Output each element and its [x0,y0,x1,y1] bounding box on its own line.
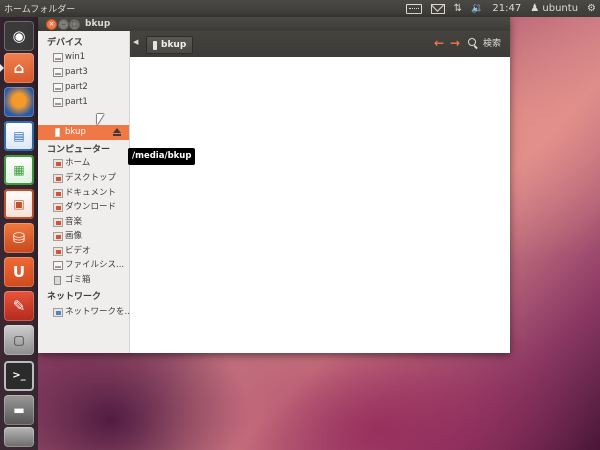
gear-icon[interactable]: ⚙ [587,0,596,17]
path-tooltip: /media/bkup [128,148,196,165]
workspaces-icon[interactable]: ▢ [4,325,34,355]
search-button[interactable]: 検索 [483,31,501,57]
sidebar-item-part2[interactable]: part2 [38,80,129,95]
system-settings-icon[interactable]: ✎ [4,291,34,321]
window-title: bkup [85,19,111,29]
sidebar-item-label: win1 [65,52,86,62]
sidebar-item-desktop[interactable]: デスクトップ [38,171,129,186]
user-name: ubuntu [542,3,579,14]
sidebar-item-trash[interactable]: ゴミ箱 [38,273,129,288]
indicator-area: ⇅ 🔉 21:47 ♟ ubuntu ⚙ [405,0,596,17]
mail-icon[interactable] [430,3,445,14]
sidebar-item-label: ネットワークを... [65,307,133,317]
drive-icon [53,68,63,77]
downloads-folder-icon [53,203,63,212]
places-sidebar: デバイス win1 part3 part2 part1 bkup コンピューター… [38,31,133,353]
network-header: ネットワーク [47,292,102,302]
forward-arrow-icon[interactable]: → [450,36,460,50]
top-panel: ホームフォルダー ⇅ 🔉 21:47 ♟ ubuntu ⚙ [0,0,600,17]
calc-icon[interactable]: ▦ [4,155,34,185]
writer-icon[interactable]: ▤ [4,121,34,151]
launcher: ◉ ⌂ ▤ ▦ ▣ ⛁ U ✎ ▢ >_ ▬ [0,17,38,450]
sidebar-item-videos[interactable]: ビデオ [38,244,129,259]
desktop-folder-icon [53,174,63,183]
home-folder-icon[interactable]: ⌂ [4,53,34,83]
trash-icon [54,276,61,285]
sidebar-item-label: ファイルシス... [65,260,125,270]
drive-icon [53,98,63,107]
documents-folder-icon [53,189,63,198]
app-title: ホームフォルダー [4,5,76,15]
drive-icon [53,83,63,92]
sidebar-item-label: 音楽 [65,217,83,227]
sidebar-item-downloads[interactable]: ダウンロード [38,200,129,215]
sidebar-item-label: ゴミ箱 [65,275,91,285]
sidebar-item-bkup[interactable]: bkup [38,125,129,140]
back-arrow-icon[interactable]: ← [434,36,444,50]
videos-folder-icon [53,247,63,256]
minimize-button[interactable]: – [58,19,69,30]
sidebar-item-browse-network[interactable]: ネットワークを... [38,305,133,320]
close-button[interactable]: × [46,19,57,30]
ubuntu-one-icon[interactable]: U [4,257,34,287]
sidebar-item-documents[interactable]: ドキュメント [38,186,129,201]
window-titlebar[interactable]: × – □ bkup [38,17,510,31]
home-folder-icon [53,159,63,168]
volume-icon[interactable]: 🔉 [471,0,483,17]
sidebar-item-label: part2 [65,82,88,92]
computer-header: コンピューター [47,145,111,155]
sidebar-item-label: デスクトップ [65,173,117,183]
eject-icon[interactable] [113,128,121,136]
network-icon[interactable]: ⇅ [454,0,462,17]
file-view[interactable] [130,57,510,353]
sidebar-item-home[interactable]: ホーム [38,156,129,171]
drive-icon [53,53,63,62]
sidebar-item-part1[interactable]: part1 [38,95,129,110]
sidebar-item-pictures[interactable]: 画像 [38,229,129,244]
music-folder-icon [53,218,63,227]
pictures-folder-icon [53,232,63,241]
network-folder-icon [53,308,63,317]
sidebar-item-filesystem[interactable]: ファイルシス... [38,258,129,273]
mouse-pointer-icon [97,114,104,125]
sidebar-item-label: ビデオ [65,246,91,256]
filesystem-icon [53,261,63,270]
sidebar-item-music[interactable]: 音楽 [38,215,129,230]
software-center-icon[interactable]: ⛁ [4,223,34,253]
user-icon: ♟ [530,3,540,14]
terminal-icon[interactable]: >_ [4,361,34,391]
sidebar-item-label: part3 [65,67,88,77]
maximize-button[interactable]: □ [69,19,80,30]
search-icon[interactable] [468,38,476,46]
toolbar: ◀ bkup ← → 検索 [129,31,510,57]
sidebar-item-label: ドキュメント [65,188,117,198]
path-bar-button[interactable]: bkup [146,36,194,54]
sidebar-item-label: ダウンロード [65,202,117,212]
disk-icon[interactable]: ▬ [4,395,34,425]
clock[interactable]: 21:47 [492,0,521,17]
sidebar-item-label: 画像 [65,231,83,241]
user-menu[interactable]: ♟ ubuntu [530,0,578,17]
file-manager-window: × – □ bkup ◀ bkup ← → 検索 デバイス win1 part3… [38,17,510,353]
usb-drive-icon[interactable] [4,427,34,447]
usb-drive-icon [153,40,157,50]
keyboard-icon[interactable] [405,3,422,14]
usb-drive-icon [55,128,60,137]
sidebar-item-part3[interactable]: part3 [38,65,129,80]
path-bar-label: bkup [161,40,187,50]
devices-header: デバイス [47,38,83,48]
sidebar-item-label: ホーム [65,158,91,168]
sidebar-item-label: bkup [65,127,86,137]
sidebar-item-label: part1 [65,97,88,107]
firefox-icon[interactable] [4,87,34,117]
sidebar-item-win1[interactable]: win1 [38,50,129,65]
impress-icon[interactable]: ▣ [4,189,34,219]
path-scroll-left-icon[interactable]: ◀ [133,38,138,46]
dash-home-icon[interactable]: ◉ [4,21,34,51]
